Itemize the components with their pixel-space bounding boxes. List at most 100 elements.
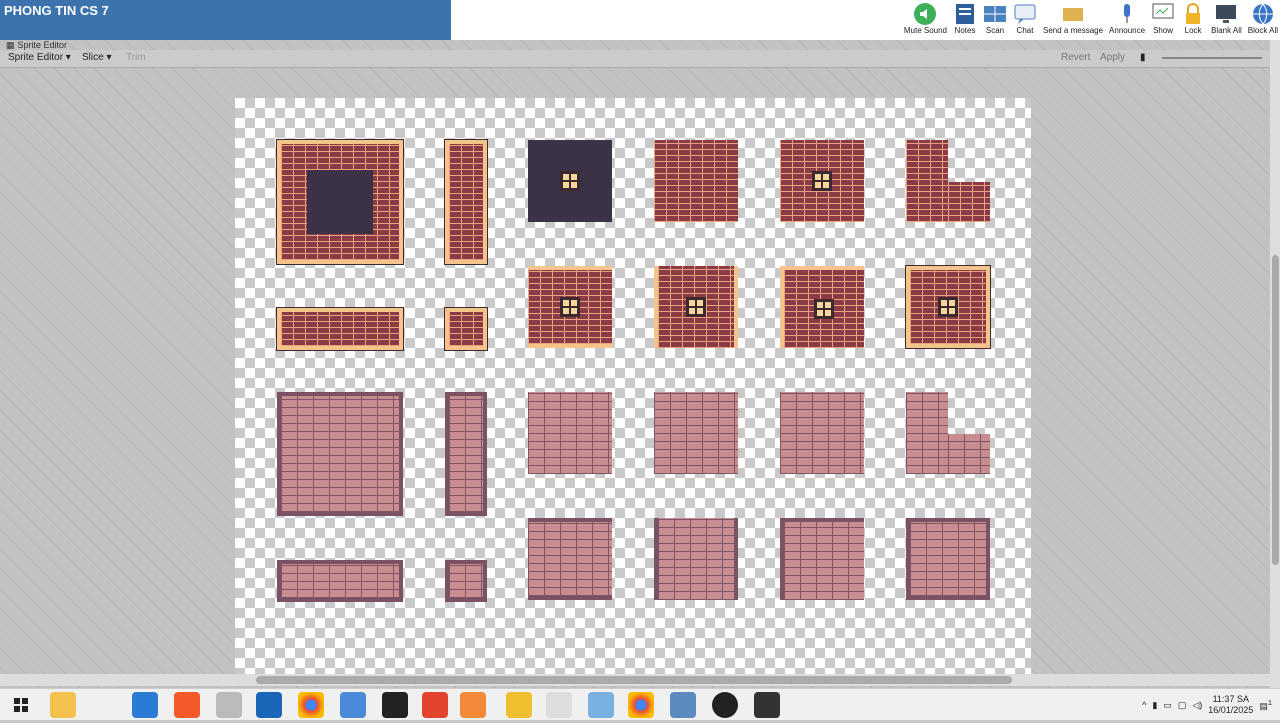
taskbar: ^ ▮ ▭ ▢ ◁) 11:37 SA 16/01/2025 ▤1	[0, 688, 1280, 720]
color-channel-icon[interactable]: ▮	[1140, 52, 1146, 63]
scroll-thumb[interactable]	[1272, 255, 1279, 565]
show-button[interactable]: Show	[1151, 0, 1175, 40]
sprite-canvas[interactable]	[235, 98, 1031, 680]
block-all-button[interactable]: Block All	[1248, 0, 1278, 40]
window-icon	[560, 297, 580, 317]
sprite-editor-window: ▦ Sprite Editor Sprite Editor ▾ Slice ▾ T…	[0, 40, 1280, 688]
scan-icon	[983, 2, 1007, 26]
microphone-icon	[1115, 2, 1139, 26]
chrome-icon[interactable]	[298, 692, 324, 718]
sprite-hole	[307, 170, 373, 234]
outlook-icon[interactable]	[256, 692, 282, 718]
globe-icon	[1251, 2, 1275, 26]
sprite-tile[interactable]	[654, 140, 738, 222]
lock-button[interactable]: Lock	[1181, 0, 1205, 40]
clock[interactable]: 11:37 SA 16/01/2025	[1208, 694, 1253, 716]
notes-icon	[953, 2, 977, 26]
sprite-tile[interactable]	[444, 139, 488, 265]
send-message-button[interactable]: Send a message	[1043, 0, 1103, 40]
chat-button[interactable]: Chat	[1013, 0, 1037, 40]
sprite-tile[interactable]	[780, 140, 864, 222]
window-icon	[814, 299, 834, 319]
chevron-up-icon[interactable]: ^	[1142, 700, 1146, 710]
battery-icon[interactable]: ▭	[1163, 700, 1172, 711]
windows-start-icon[interactable]	[8, 692, 34, 718]
scroll-thumb[interactable]	[256, 676, 1012, 684]
sprite-icon: ▦	[6, 39, 15, 50]
chrome-icon[interactable]	[628, 692, 654, 718]
blank-all-button[interactable]: Blank All	[1211, 0, 1242, 40]
brave-icon[interactable]	[174, 692, 200, 718]
network-icon[interactable]: ▢	[1178, 700, 1187, 711]
volume-icon[interactable]: ◁)	[1192, 700, 1202, 711]
sprite-tile[interactable]	[780, 392, 864, 474]
sprite-tile[interactable]	[528, 140, 612, 222]
file-explorer-icon[interactable]	[50, 692, 76, 718]
sprite-tile[interactable]	[528, 266, 612, 348]
title-bar: PHONG TIN CS 7	[0, 0, 451, 40]
sprite-tile[interactable]	[528, 392, 612, 474]
vertical-scrollbar[interactable]	[1270, 40, 1280, 688]
trim-button[interactable]: Trim	[126, 52, 146, 63]
notification-icon[interactable]: ▤1	[1259, 698, 1272, 712]
lock-icon	[1181, 2, 1205, 26]
zoom-slider[interactable]	[1162, 57, 1262, 59]
window-icon	[560, 171, 580, 191]
toolbar: Mute Sound Notes Scan Chat Send a messag…	[898, 0, 1280, 40]
announce-button[interactable]: Announce	[1109, 0, 1145, 40]
unity-hub-icon[interactable]	[754, 692, 780, 718]
envelope-icon	[1061, 2, 1085, 26]
figma-icon[interactable]	[382, 692, 408, 718]
monitor-icon	[1214, 2, 1238, 26]
unity-icon[interactable]	[216, 692, 242, 718]
mute-sound-button[interactable]: Mute Sound	[904, 0, 947, 40]
sprite-tile[interactable]	[654, 518, 738, 600]
sprite-tile[interactable]	[277, 392, 403, 516]
sprite-tile[interactable]	[277, 560, 403, 602]
top-bar: PHONG TIN CS 7 Mute Sound Notes Scan Cha…	[0, 0, 1280, 40]
sprite-tile[interactable]	[528, 518, 612, 600]
sprite-tile[interactable]	[906, 518, 990, 600]
sprite-tile[interactable]	[948, 182, 990, 222]
sprite-tile[interactable]	[654, 392, 738, 474]
app-title: PHONG TIN CS 7	[4, 3, 109, 18]
sprite-tile[interactable]	[906, 140, 948, 222]
sprite-editor-dropdown[interactable]: Sprite Editor ▾	[8, 52, 71, 63]
classroom-app-icon[interactable]	[460, 692, 486, 718]
sprite-tile[interactable]	[905, 265, 991, 349]
sprite-tile[interactable]	[654, 266, 738, 348]
window-app-icon[interactable]	[340, 692, 366, 718]
apply-button[interactable]: Apply	[1100, 52, 1125, 63]
sprite-tile[interactable]	[445, 392, 487, 516]
settings-gear-icon[interactable]	[546, 692, 572, 718]
wps-icon[interactable]	[422, 692, 448, 718]
app-icon[interactable]	[670, 692, 696, 718]
notes-button[interactable]: Notes	[953, 0, 977, 40]
sprite-tile[interactable]	[276, 139, 404, 265]
image-viewer-icon[interactable]	[588, 692, 614, 718]
speaker-icon	[913, 2, 937, 26]
sprite-tile[interactable]	[780, 518, 864, 600]
editor-toolbar: Sprite Editor ▾ Slice ▾ Trim Revert Appl…	[0, 50, 1280, 68]
presentation-icon	[1151, 2, 1175, 26]
window-icon	[812, 171, 832, 191]
sprite-tile[interactable]	[444, 307, 488, 351]
sprite-tile[interactable]	[276, 307, 404, 351]
scan-button[interactable]: Scan	[983, 0, 1007, 40]
sprite-tile[interactable]	[906, 392, 948, 474]
window-icon	[938, 297, 958, 317]
notes-app-icon[interactable]	[506, 692, 532, 718]
slice-dropdown[interactable]: Slice ▾	[82, 52, 112, 63]
recorder-icon[interactable]	[712, 692, 738, 718]
window-icon	[686, 297, 706, 317]
vscode-icon[interactable]	[132, 692, 158, 718]
sprite-tile[interactable]	[445, 560, 487, 602]
revert-button[interactable]: Revert	[1061, 52, 1090, 63]
sprite-tile[interactable]	[780, 266, 864, 348]
horizontal-scrollbar[interactable]	[0, 674, 1270, 686]
sprite-tile[interactable]	[948, 434, 990, 474]
microphone-icon[interactable]: ▮	[1152, 700, 1157, 711]
editor-tab[interactable]: ▦ Sprite Editor	[6, 39, 67, 51]
system-tray: ^ ▮ ▭ ▢ ◁) 11:37 SA 16/01/2025 ▤1	[1142, 689, 1272, 721]
chat-icon	[1013, 2, 1037, 26]
